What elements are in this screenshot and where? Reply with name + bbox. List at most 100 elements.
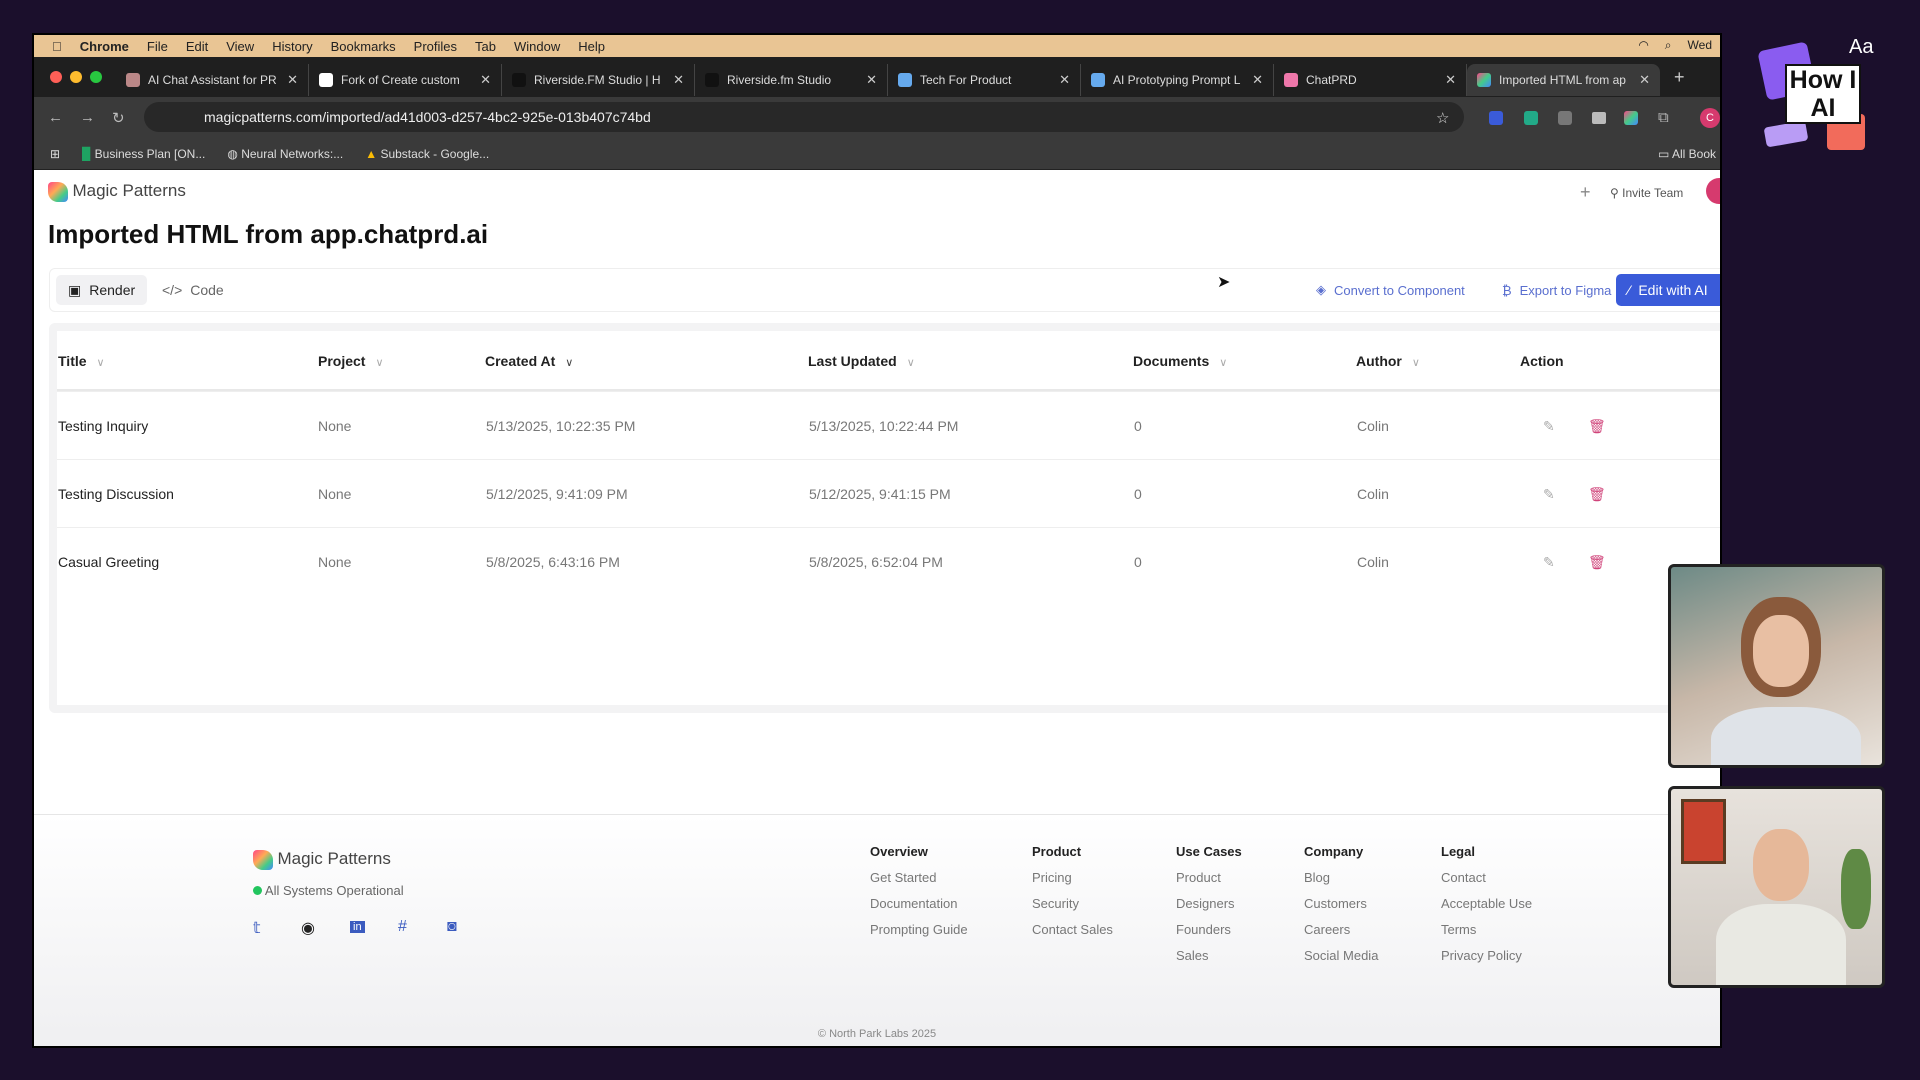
- menu-edit[interactable]: Edit: [186, 39, 208, 54]
- column-header-documents[interactable]: Documents ∨: [1133, 353, 1227, 369]
- menu-app[interactable]: Chrome: [80, 39, 129, 54]
- search-icon[interactable]: ⌕: [1665, 38, 1672, 53]
- extension-icon[interactable]: [1489, 110, 1503, 125]
- brand-logo[interactable]: Magic Patterns: [48, 181, 186, 202]
- browser-tab[interactable]: AI Prototyping Prompt L ✕: [1081, 64, 1274, 96]
- browser-tab[interactable]: Tech For Product ✕: [888, 64, 1081, 96]
- forward-icon[interactable]: →: [80, 109, 95, 126]
- menu-bookmarks[interactable]: Bookmarks: [331, 39, 396, 54]
- menu-tab[interactable]: Tab: [475, 39, 496, 54]
- linkedin-icon[interactable]: in: [350, 921, 365, 933]
- column-header-project[interactable]: Project ∨: [318, 353, 384, 369]
- export-to-figma-button[interactable]: ₿ Export to Figma: [1490, 275, 1623, 305]
- profile-avatar[interactable]: C: [1700, 107, 1720, 128]
- footer-link[interactable]: Sales: [1176, 948, 1209, 963]
- bookmark-star-icon[interactable]: ☆: [1436, 109, 1449, 127]
- footer-link[interactable]: Careers: [1304, 922, 1350, 937]
- url-bar[interactable]: magicpatterns.com/imported/ad41d003-d257…: [144, 102, 1464, 132]
- footer-link[interactable]: Terms: [1441, 922, 1476, 937]
- browser-tab[interactable]: ChatPRD ✕: [1274, 64, 1467, 96]
- invite-team-button[interactable]: ⚲ Invite Team: [1610, 186, 1683, 200]
- close-tab-icon[interactable]: ✕: [287, 72, 298, 88]
- trash-icon[interactable]: 🗑: [1588, 418, 1606, 435]
- extension-icon[interactable]: [1558, 110, 1572, 125]
- edit-with-ai-button[interactable]: ⁄ Edit with AI: [1616, 274, 1720, 306]
- extension-icon[interactable]: [1592, 111, 1606, 124]
- back-icon[interactable]: ←: [48, 109, 63, 126]
- browser-tab[interactable]: Fork of Create custom ✕: [309, 64, 502, 96]
- close-tab-icon[interactable]: ✕: [480, 72, 491, 88]
- edit-icon[interactable]: ✎: [1543, 418, 1555, 435]
- slack-icon[interactable]: #: [398, 918, 407, 936]
- extension-icon[interactable]: [1624, 110, 1638, 125]
- clock[interactable]: Wed: [1688, 38, 1712, 53]
- browser-tab-active[interactable]: Imported HTML from ap ✕: [1467, 64, 1660, 96]
- column-header-title[interactable]: Title ∨: [58, 353, 105, 369]
- plus-icon[interactable]: +: [1580, 182, 1591, 203]
- user-avatar[interactable]: [1706, 178, 1720, 204]
- minimize-window-button[interactable]: [70, 71, 82, 83]
- menu-window[interactable]: Window: [514, 39, 560, 54]
- footer-link[interactable]: Founders: [1176, 922, 1231, 937]
- footer-link[interactable]: Contact Sales: [1032, 922, 1113, 937]
- extensions-puzzle-icon[interactable]: ⧉: [1658, 109, 1669, 126]
- status-indicator[interactable]: All Systems Operational: [253, 883, 404, 898]
- browser-tab[interactable]: AI Chat Assistant for PR ✕: [116, 64, 309, 96]
- close-tab-icon[interactable]: ✕: [1252, 72, 1263, 88]
- tab-code[interactable]: </> Code: [150, 275, 236, 305]
- menu-view[interactable]: View: [226, 39, 254, 54]
- close-tab-icon[interactable]: ✕: [1445, 72, 1456, 88]
- wifi-icon[interactable]: ◠: [1638, 38, 1648, 53]
- reload-icon[interactable]: ↻: [112, 109, 125, 127]
- footer-link[interactable]: Privacy Policy: [1441, 948, 1522, 963]
- maximize-window-button[interactable]: [90, 71, 102, 83]
- extension-icon[interactable]: [1524, 110, 1538, 125]
- footer-link[interactable]: Designers: [1176, 896, 1235, 911]
- footer-link[interactable]: Social Media: [1304, 948, 1378, 963]
- trash-icon[interactable]: 🗑: [1588, 554, 1606, 571]
- footer-link[interactable]: Blog: [1304, 870, 1330, 885]
- apple-icon[interactable]: : [52, 39, 62, 54]
- edit-icon[interactable]: ✎: [1543, 554, 1555, 571]
- bookmark-item[interactable]: ▲ Substack - Google...: [365, 147, 489, 161]
- close-tab-icon[interactable]: ✕: [1639, 72, 1650, 88]
- close-tab-icon[interactable]: ✕: [673, 72, 684, 88]
- column-header-author[interactable]: Author ∨: [1356, 353, 1420, 369]
- footer-link[interactable]: Customers: [1304, 896, 1367, 911]
- footer-link[interactable]: Documentation: [870, 896, 957, 911]
- table-row[interactable]: Testing Discussion None 5/12/2025, 9:41:…: [57, 459, 1720, 527]
- tab-render[interactable]: ▣ Render: [56, 275, 148, 305]
- all-bookmarks[interactable]: ▭ All Book: [1658, 147, 1716, 161]
- footer-link[interactable]: Get Started: [870, 870, 936, 885]
- footer-link[interactable]: Acceptable Use: [1441, 896, 1532, 911]
- close-tab-icon[interactable]: ✕: [866, 72, 877, 88]
- footer-link[interactable]: Contact: [1441, 870, 1486, 885]
- bookmark-item[interactable]: ▉ Business Plan [ON...: [82, 147, 205, 161]
- footer-link[interactable]: Pricing: [1032, 870, 1072, 885]
- new-tab-button[interactable]: +: [1674, 67, 1685, 88]
- bookmark-item[interactable]: ◍ Neural Networks:...: [227, 147, 343, 161]
- close-tab-icon[interactable]: ✕: [1059, 72, 1070, 88]
- browser-tab[interactable]: Riverside.fm Studio ✕: [695, 64, 888, 96]
- menu-help[interactable]: Help: [578, 39, 605, 54]
- convert-to-component-button[interactable]: ◈ Convert to Component: [1304, 275, 1477, 305]
- menu-file[interactable]: File: [147, 39, 168, 54]
- footer-link[interactable]: Security: [1032, 896, 1079, 911]
- close-window-button[interactable]: [50, 71, 62, 83]
- discord-icon[interactable]: ◙: [447, 918, 457, 936]
- footer-brand[interactable]: Magic Patterns: [253, 849, 391, 870]
- footer-link[interactable]: Product: [1176, 870, 1221, 885]
- twitter-icon[interactable]: 𝕥: [253, 918, 260, 938]
- edit-icon[interactable]: ✎: [1543, 486, 1555, 503]
- menu-history[interactable]: History: [272, 39, 312, 54]
- menu-profiles[interactable]: Profiles: [414, 39, 457, 54]
- browser-tab[interactable]: Riverside.FM Studio | H ✕: [502, 64, 695, 96]
- table-row[interactable]: Testing Inquiry None 5/13/2025, 10:22:35…: [57, 391, 1720, 459]
- column-header-last-updated[interactable]: Last Updated ∨: [808, 353, 915, 369]
- column-header-created-at[interactable]: Created At ∨: [485, 353, 573, 369]
- footer-link[interactable]: Prompting Guide: [870, 922, 968, 937]
- apps-grid-icon[interactable]: ⊞: [50, 147, 60, 161]
- github-icon[interactable]: ◉: [301, 918, 315, 938]
- trash-icon[interactable]: 🗑: [1588, 486, 1606, 503]
- table-row[interactable]: Casual Greeting None 5/8/2025, 6:43:16 P…: [57, 527, 1720, 595]
